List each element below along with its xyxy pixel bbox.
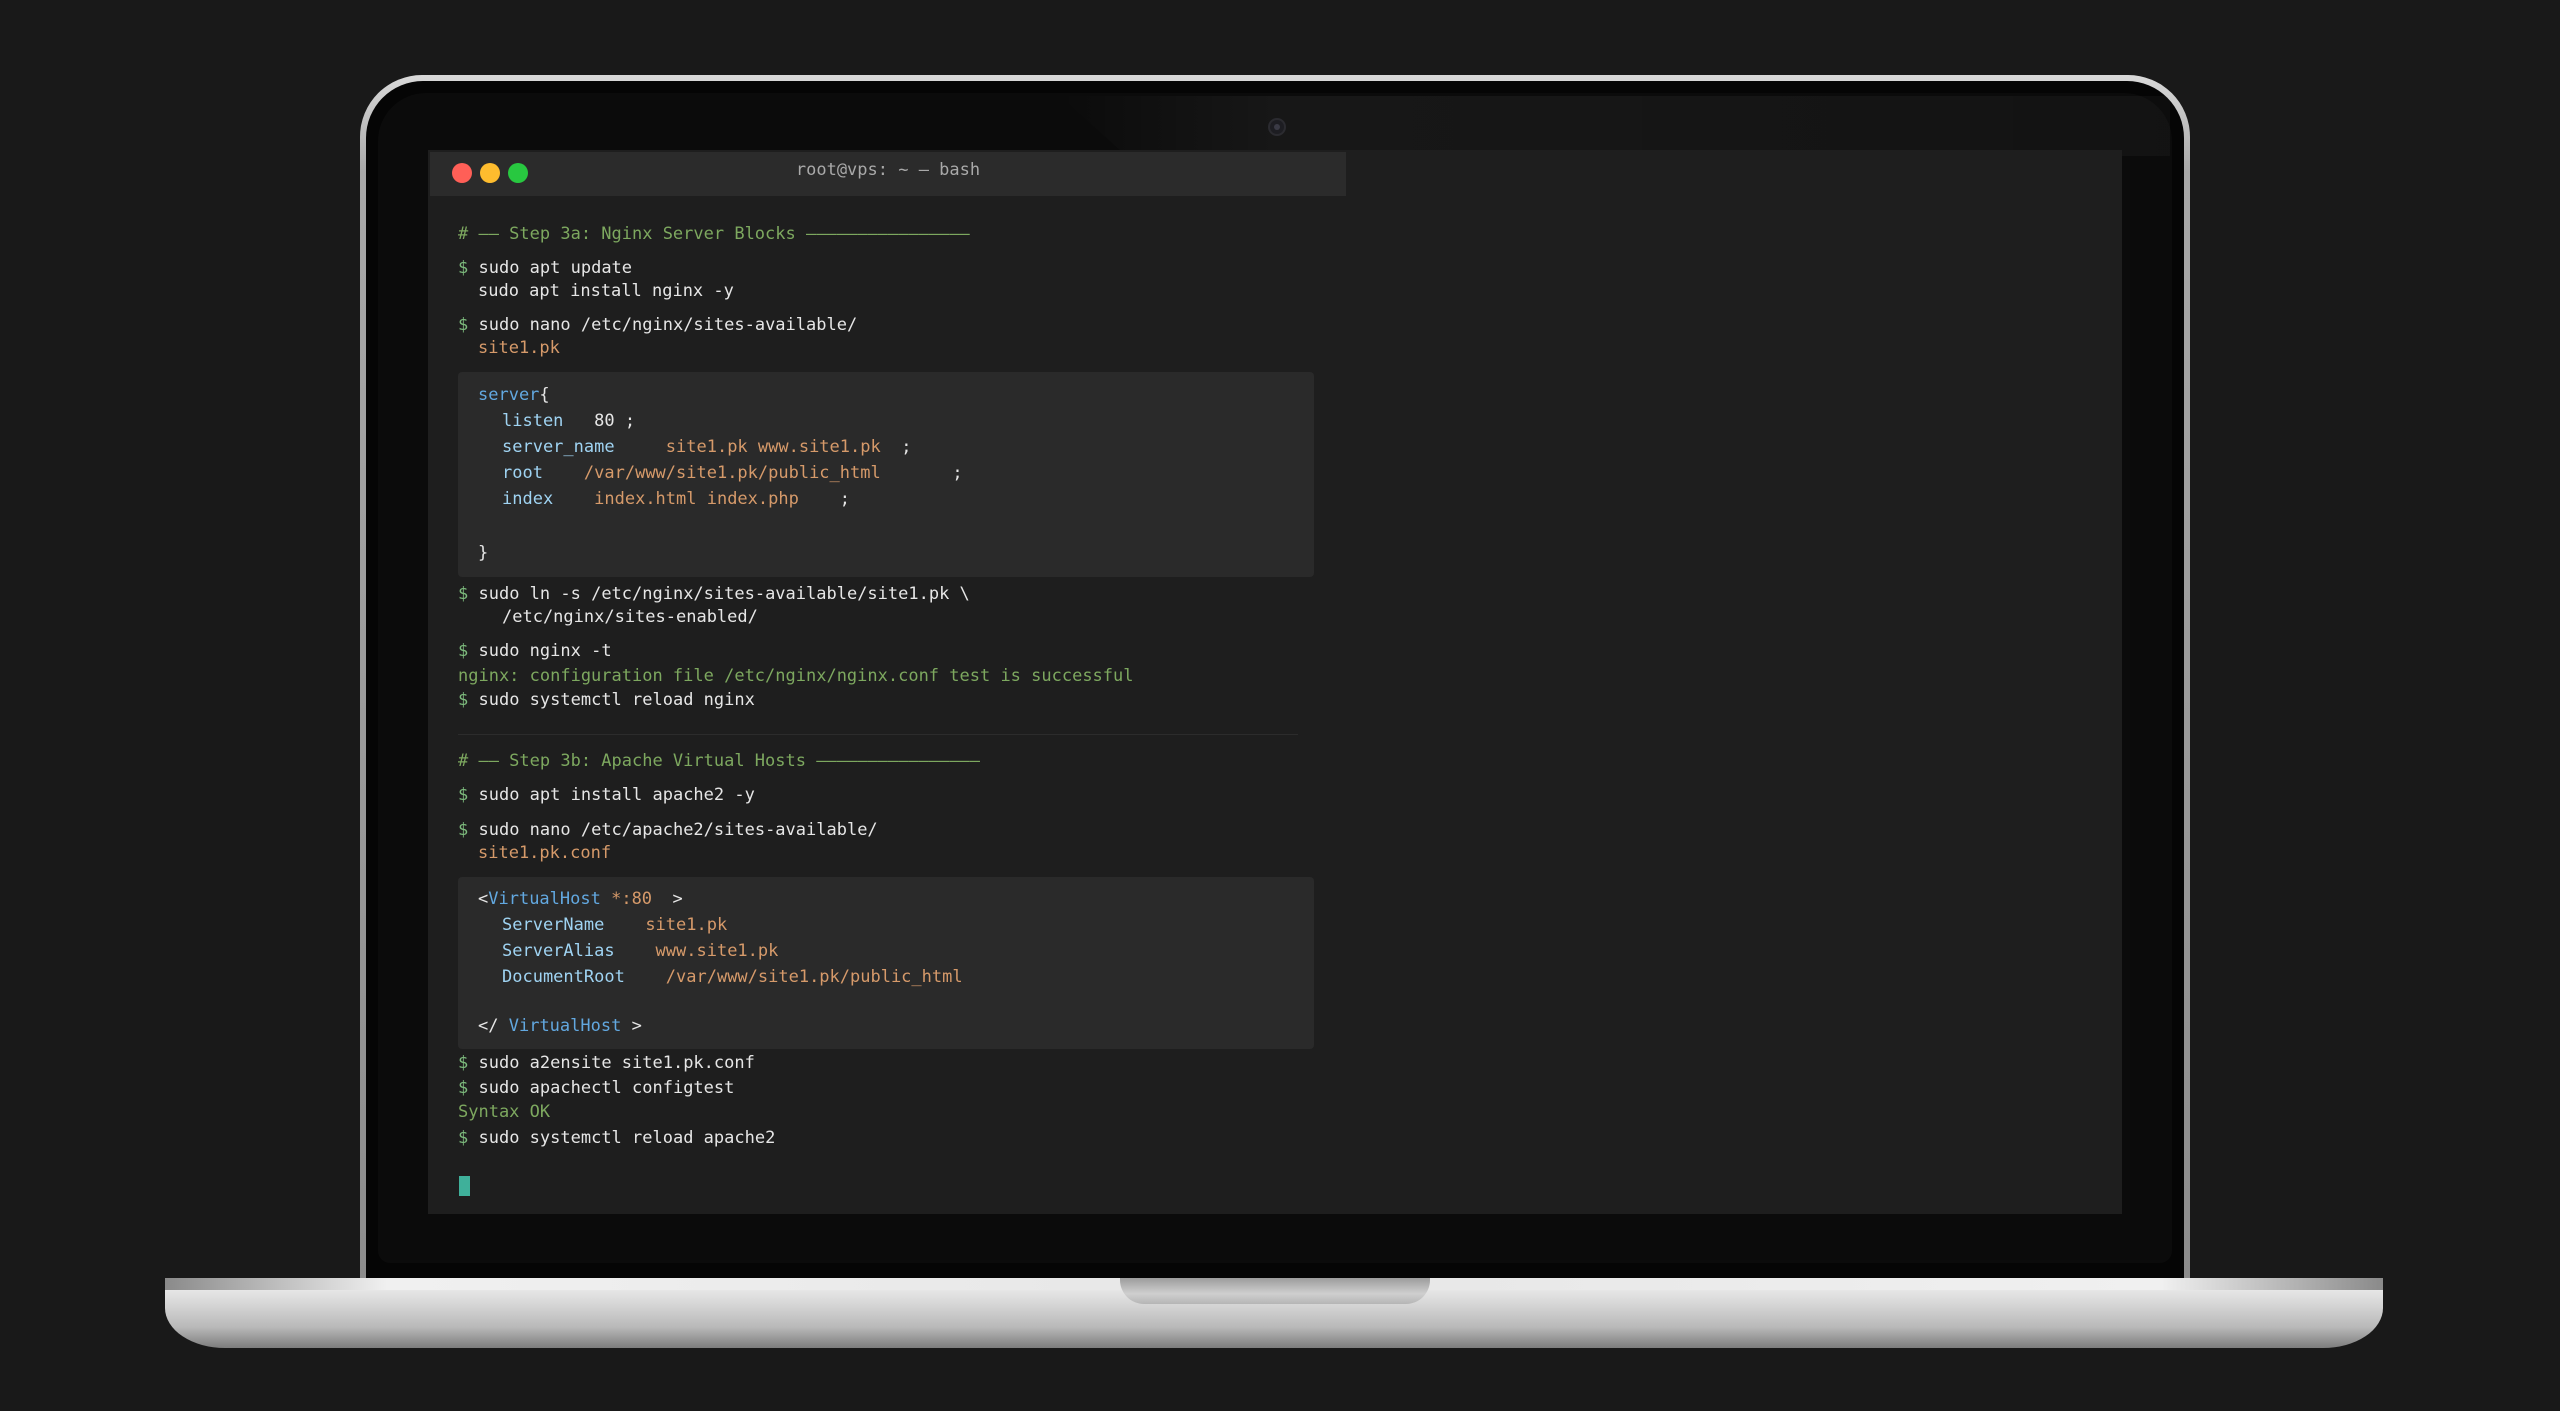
webcam-icon [1268, 118, 1286, 136]
window-title: root@vps: ~ — bash [795, 160, 981, 180]
file-name: site1.pk [478, 338, 560, 358]
apache-section-heading: # —— Step 3b: Apache Virtual Hosts —————… [458, 751, 980, 771]
command-text: sudo ln -s /etc/nginx/sites-available/si… [478, 584, 970, 604]
laptop-notch [1120, 1278, 1430, 1304]
command-text: sudo nginx -t [478, 641, 612, 661]
file-name: site1.pk.conf [478, 843, 612, 863]
command-text: sudo apt install apache2 -y [478, 785, 755, 805]
command-text: sudo apt update [478, 258, 633, 278]
prompt-symbol: $ [458, 315, 469, 335]
terminal-line[interactable]: $ sudo apt update [458, 257, 632, 279]
terminal-line[interactable]: $ sudo nano /etc/nginx/sites-available/ [458, 314, 857, 336]
command-output: Syntax OK [458, 1102, 551, 1122]
config-line: server{ [478, 385, 550, 405]
terminal-line[interactable]: $ sudo systemctl reload nginx [458, 689, 755, 711]
prompt-symbol: $ [458, 584, 469, 604]
config-line: <VirtualHost *:80 > [478, 889, 683, 909]
nginx-section-heading: # —— Step 3a: Nginx Server Blocks ——————… [458, 224, 970, 244]
terminal-line[interactable]: $ sudo apachectl configtest [458, 1077, 734, 1099]
section-divider [458, 734, 1298, 735]
config-line: </ VirtualHost > [478, 1016, 642, 1036]
config-line: ServerAlias www.site1.pk [502, 941, 779, 961]
prompt-symbol: $ [458, 690, 469, 710]
prompt-symbol: $ [458, 641, 469, 661]
config-line: } [478, 543, 489, 563]
prompt-symbol: $ [458, 820, 469, 840]
prompt-symbol: $ [458, 1128, 469, 1148]
config-line: root /var/www/site1.pk/public_html ; [502, 463, 963, 483]
config-line: index index.html index.php ; [502, 489, 851, 509]
command-text: sudo nano /etc/apache2/sites-available/ [478, 820, 878, 840]
command-text: sudo a2ensite site1.pk.conf [478, 1053, 755, 1073]
config-line: server_name site1.pk www.site1.pk ; [502, 437, 912, 457]
terminal-line[interactable]: $ sudo ln -s /etc/nginx/sites-available/… [458, 583, 970, 605]
command-text: sudo systemctl reload apache2 [478, 1128, 776, 1148]
terminal-cursor[interactable] [459, 1176, 470, 1196]
command-text: sudo apachectl configtest [478, 1078, 735, 1098]
terminal-line[interactable]: $ sudo systemctl reload apache2 [458, 1127, 775, 1149]
terminal-line[interactable]: $ sudo nginx -t [458, 640, 612, 662]
command-text: sudo systemctl reload nginx [478, 690, 755, 710]
config-line: DocumentRoot /var/www/site1.pk/public_ht… [502, 967, 963, 987]
terminal-line[interactable]: sudo apt install nginx -y [478, 280, 734, 302]
bezel-glare [1060, 96, 2170, 156]
prompt-symbol: $ [458, 258, 469, 278]
command-text: sudo nano /etc/nginx/sites-available/ [478, 315, 858, 335]
command-output: nginx: configuration file /etc/nginx/ngi… [458, 666, 1134, 686]
terminal-line[interactable]: $ sudo apt install apache2 -y [458, 784, 755, 806]
terminal-line[interactable]: $ sudo a2ensite site1.pk.conf [458, 1052, 755, 1074]
prompt-symbol: $ [458, 1053, 469, 1073]
prompt-symbol: $ [458, 785, 469, 805]
config-line: ServerName site1.pk [502, 915, 728, 935]
terminal-line[interactable]: $ sudo nano /etc/apache2/sites-available… [458, 819, 878, 841]
config-line: listen 80 ; [502, 411, 636, 431]
terminal-line[interactable]: /etc/nginx/sites-enabled/ [502, 606, 758, 628]
prompt-symbol: $ [458, 1078, 469, 1098]
